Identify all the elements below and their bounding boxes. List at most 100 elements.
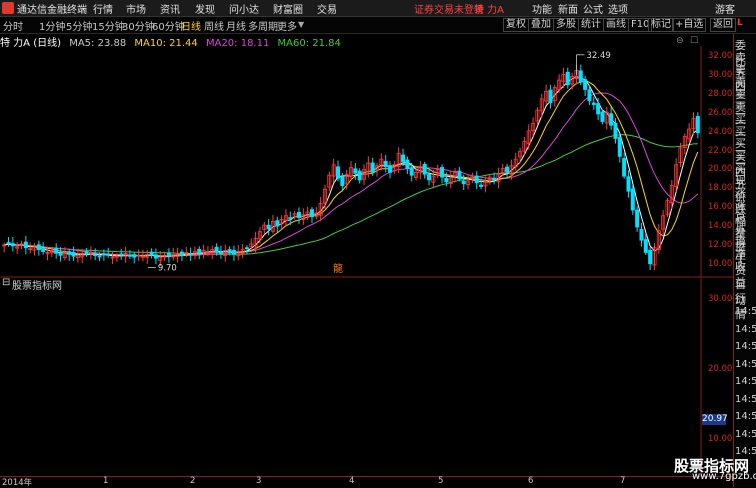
candle-body xyxy=(401,154,406,163)
price-tick: 12.00 xyxy=(708,239,733,250)
candle-body xyxy=(461,180,466,185)
sub-pane-icon[interactable]: ⊟ xyxy=(2,277,10,288)
candle-body xyxy=(54,247,59,254)
candle-body xyxy=(622,158,627,177)
draw-line-button[interactable]: 画线 xyxy=(603,18,629,32)
menu-item-market[interactable]: 市场 xyxy=(126,1,146,16)
mark-button[interactable]: 标记 xyxy=(648,18,674,32)
date-tick: 5 xyxy=(438,476,444,486)
candle-body xyxy=(505,166,510,173)
high-label: 32.49 xyxy=(586,51,610,61)
candle-body xyxy=(340,176,345,186)
kline-chart[interactable]: 32.49 9.70 龍 xyxy=(0,46,733,476)
date-tick: 1 xyxy=(103,476,109,486)
candle-body xyxy=(444,178,449,183)
period-more[interactable]: 更多 xyxy=(277,18,297,33)
candle-body xyxy=(93,254,98,256)
candle-body xyxy=(474,175,479,184)
menu-bar: 通达信金融终端 行情 市场 资讯 发现 问小达 财富圈 交易 证券交易未登录 特… xyxy=(0,0,756,17)
statistics-button[interactable]: 统计 xyxy=(578,18,604,32)
candle-body xyxy=(275,220,280,227)
candle-body xyxy=(591,102,596,105)
candle-body xyxy=(149,251,154,256)
price-tick: 20.00 xyxy=(708,164,733,175)
menu-item-wealth-circle[interactable]: 财富圈 xyxy=(273,1,303,16)
tick-time: 14:5 xyxy=(735,323,756,335)
menu-item-formula[interactable]: 公式 xyxy=(583,1,603,16)
price-tick: 30.00 xyxy=(708,70,733,81)
candle-body xyxy=(383,160,388,168)
period-monthly[interactable]: 月线 xyxy=(226,18,246,33)
period-daily[interactable]: 日线 xyxy=(181,18,201,33)
adjust-button[interactable]: 复权 xyxy=(503,18,529,32)
menu-item-function[interactable]: 功能 xyxy=(532,1,552,16)
period-1min[interactable]: 1分钟 xyxy=(39,18,65,33)
collapse-icon[interactable]: ⊖ xyxy=(676,36,684,46)
date-tick: 2 xyxy=(190,476,196,486)
sub-current-value: 20.97 xyxy=(702,414,728,425)
app-logo-icon xyxy=(2,2,14,14)
candle-body xyxy=(36,244,41,251)
menu-item-news[interactable]: 资讯 xyxy=(160,1,180,16)
candle-body xyxy=(71,251,76,257)
menu-item-discover[interactable]: 发现 xyxy=(195,1,215,16)
period-intraday[interactable]: 分时 xyxy=(3,18,23,33)
menu-item-trade[interactable]: 交易 xyxy=(317,1,337,16)
candle-body xyxy=(197,249,202,254)
period-weekly[interactable]: 周线 xyxy=(204,18,224,33)
candle-body xyxy=(166,252,171,257)
candle-body xyxy=(188,253,193,256)
candle-body xyxy=(132,254,137,258)
date-tick: 7 xyxy=(620,476,626,486)
period-60min[interactable]: 60分钟 xyxy=(152,18,185,33)
candle-body xyxy=(643,239,648,253)
candle-body xyxy=(630,188,635,211)
sub-tick: 20.00 xyxy=(708,364,733,374)
candle-body xyxy=(695,115,700,134)
sub-tick: 10.00 xyxy=(708,434,733,444)
candle-body xyxy=(617,136,622,157)
overlay-button[interactable]: 叠加 xyxy=(528,18,554,32)
sub-tick: 30.00 xyxy=(708,294,733,304)
candle-body xyxy=(609,113,614,126)
tick-time: 14:5 xyxy=(735,411,756,422)
period-toolbar: 分时 1分钟 5分钟 15分钟 30分钟 60分钟 日线 周线 月线 多周期 更… xyxy=(0,17,756,34)
menu-item-wenxiaoda[interactable]: 问小达 xyxy=(229,1,259,16)
candle-body xyxy=(596,103,601,115)
chevron-down-icon[interactable]: ▼ xyxy=(298,20,304,29)
tick-time: 14:5 xyxy=(735,341,756,352)
candle-body xyxy=(409,167,414,176)
date-tick: 2014年 xyxy=(2,478,33,488)
candle-body xyxy=(58,253,63,256)
ma60-line xyxy=(4,134,698,255)
candle-body xyxy=(565,71,570,86)
back-button[interactable]: 返回 xyxy=(710,18,736,32)
candle-body xyxy=(353,168,358,174)
panel-tag: L xyxy=(737,18,743,28)
candle-body xyxy=(288,217,293,219)
candle-body xyxy=(335,166,340,179)
candle-body xyxy=(266,224,271,230)
period-multi[interactable]: 多周期 xyxy=(248,18,278,33)
dragon-mark: 龍 xyxy=(333,262,343,275)
candle-body xyxy=(626,176,631,192)
period-15min[interactable]: 15分钟 xyxy=(92,18,125,33)
candle-body xyxy=(97,255,102,258)
sub-indicator-pane xyxy=(0,278,700,476)
guest-label[interactable]: 游客 xyxy=(715,1,735,16)
period-5min[interactable]: 5分钟 xyxy=(66,18,92,33)
menu-item-options[interactable]: 选项 xyxy=(608,1,628,16)
date-tick: 3 xyxy=(256,476,262,486)
price-tick: 18.00 xyxy=(708,183,733,194)
candle-body xyxy=(405,159,410,169)
menu-item-quotes[interactable]: 行情 xyxy=(93,1,113,16)
tick-time: 14:5 xyxy=(735,376,756,387)
menu-item-new-page[interactable]: 新面 xyxy=(558,1,578,16)
tick-time: 14:5 xyxy=(735,358,756,370)
candle-body xyxy=(648,249,653,265)
add-watchlist-button[interactable]: +自选 xyxy=(672,18,707,32)
candle-body xyxy=(370,162,375,173)
close-icon[interactable]: ☐ xyxy=(690,36,698,46)
multi-stock-button[interactable]: 多股 xyxy=(553,18,579,32)
period-30min[interactable]: 30分钟 xyxy=(122,18,155,33)
